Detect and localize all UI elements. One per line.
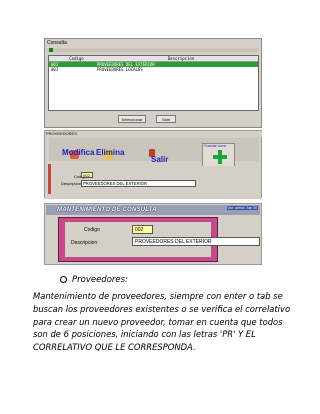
consulta-topbar <box>47 48 259 52</box>
description-label: Descripcion <box>61 181 82 186</box>
bullet-item: Proveedores: <box>60 275 128 285</box>
proveedores-title: PROVEEDORES <box>45 131 262 137</box>
delete-label: Elimina <box>96 148 125 157</box>
modify-button[interactable]: Modifica <box>62 148 94 162</box>
column-header-description[interactable]: Descripcion <box>104 56 258 61</box>
proveedores-window: PROVEEDORES Modifica Elimina Salir Guard… <box>44 130 262 199</box>
modify-label: Modifica <box>62 148 95 157</box>
mantenimiento-window: MANTENIMIENTO DE CONSULTA Usr: admin, Ja… <box>44 203 262 265</box>
consulta-title: Consulta <box>47 40 67 46</box>
exit-button[interactable]: Salir <box>156 115 176 123</box>
status-icon <box>49 48 53 52</box>
description-field[interactable]: PROVEEDORES DEL EXTERIOR <box>132 237 260 246</box>
body-paragraph: Mantenimiento de proveedores, siempre co… <box>33 291 291 353</box>
consulta-grid: Codigo Descripcion 002 PROVEEDORES DEL E… <box>48 55 259 111</box>
bullet-circle-icon <box>60 276 67 283</box>
mantenimiento-title: MANTENIMIENTO DE CONSULTA <box>57 207 157 213</box>
row-code: 001 <box>51 67 59 72</box>
mantenimiento-header: MANTENIMIENTO DE CONSULTA Usr: admin, Ja… <box>46 205 260 215</box>
row-description: PROVEEDORES LOCALES <box>97 67 143 72</box>
exit-label: Salir <box>151 155 169 164</box>
code-label: Codigo <box>84 227 100 233</box>
exit-button[interactable]: Salir <box>149 148 171 164</box>
column-header-code[interactable]: Codigo <box>49 56 104 61</box>
code-field[interactable]: 002 <box>132 225 153 234</box>
user-info: Usr: admin, Jan 30 <box>226 206 258 210</box>
description-field[interactable]: PROVEEDORES DEL EXTERIOR <box>81 180 196 187</box>
select-button[interactable]: Seleccionar <box>118 115 146 123</box>
description-label: Descripcion <box>71 240 98 246</box>
new-tooltip: Guardar como <box>204 144 227 148</box>
new-button[interactable]: Guardar como <box>202 143 235 167</box>
plus-icon <box>213 150 227 164</box>
code-field[interactable]: 002 <box>81 172 93 178</box>
table-row[interactable]: 001 PROVEEDORES LOCALES <box>49 67 258 72</box>
bullet-text: Proveedores: <box>72 275 128 285</box>
delete-button[interactable]: Elimina <box>96 148 125 162</box>
proveedores-toolbar: Modifica Elimina Salir Guardar como <box>49 138 259 167</box>
consulta-window: Consulta Codigo Descripcion 002 PROVEEDO… <box>44 38 262 128</box>
side-accent-bar <box>48 164 51 194</box>
